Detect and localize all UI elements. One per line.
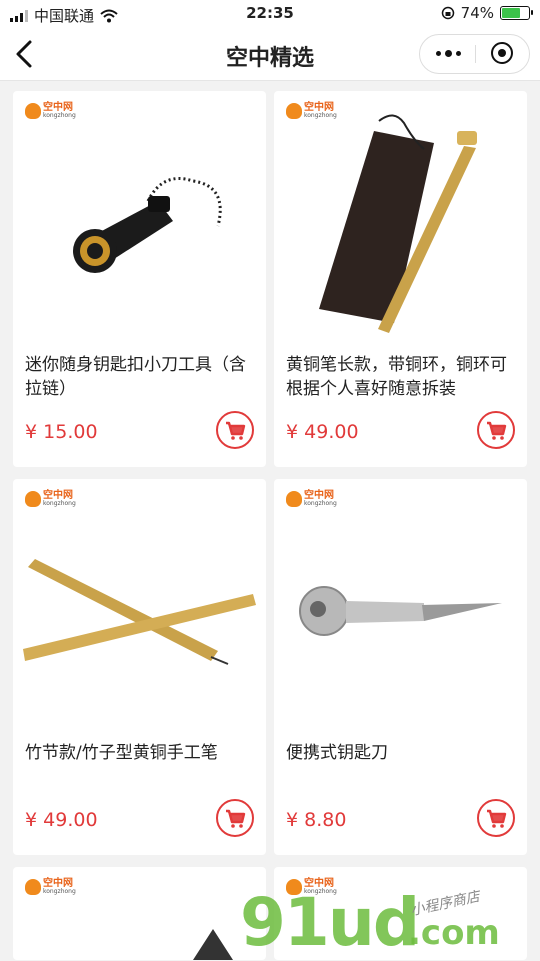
brand-logo: 空中网 kongzhong <box>25 491 76 507</box>
product-card[interactable]: 空中网 kongzhong <box>13 867 266 960</box>
product-name: 迷你随身钥匙扣小刀工具（含拉链） <box>25 355 246 399</box>
shopping-cart-icon <box>226 421 246 440</box>
key-knife-image <box>299 586 502 636</box>
shopping-cart-icon <box>487 421 507 440</box>
brand-hand-icon <box>286 103 302 119</box>
navigation-bar: 空中精选 <box>0 28 540 81</box>
brand-logo: 空中网 kongzhong <box>25 103 76 119</box>
battery-percent: 74% <box>460 4 494 22</box>
watermark: 91ud .com 小程序商店 <box>240 885 540 960</box>
rotation-lock-icon <box>441 6 454 20</box>
mini-program-capsule <box>419 34 530 74</box>
add-to-cart-button[interactable] <box>216 411 254 449</box>
product-price: ¥ 49.00 <box>286 421 359 443</box>
brand-logo: 空中网 kongzhong <box>25 879 76 895</box>
product-price: ¥ 49.00 <box>25 809 98 831</box>
add-to-cart-button[interactable] <box>477 799 515 837</box>
brand-hand-icon <box>25 879 41 895</box>
brand-hand-icon <box>286 491 302 507</box>
add-to-cart-button[interactable] <box>216 799 254 837</box>
product-name: 黄铜笔长款，带铜环，铜环可根据个人喜好随意拆装 <box>286 355 507 399</box>
product-image-partial <box>193 929 233 960</box>
product-card[interactable]: 空中网 kongzhong 迷你随身钥匙扣小刀工具（含拉链） ¥ 15.00 <box>13 91 266 467</box>
watermark-suffix: .com <box>408 913 500 953</box>
product-name: 便携式钥匙刀 <box>286 743 388 763</box>
watermark-main: 91ud <box>240 884 420 961</box>
shopping-cart-icon <box>226 809 246 828</box>
product-card[interactable]: 空中网 kongzhong 便携式钥匙刀 ¥ 8.80 <box>274 479 527 855</box>
brand-hand-icon <box>25 103 41 119</box>
shopping-cart-icon <box>487 809 507 828</box>
brand-hand-icon <box>25 491 41 507</box>
product-price: ¥ 15.00 <box>25 421 98 443</box>
brass-pen-image <box>319 114 477 333</box>
status-bar: 中国联通 22:35 74% <box>0 0 540 28</box>
product-name: 竹节款/竹子型黄铜手工笔 <box>25 743 218 763</box>
battery-icon <box>500 6 533 20</box>
bamboo-pens-image <box>23 559 256 665</box>
close-mini-program-icon[interactable] <box>491 42 513 64</box>
product-card[interactable]: 空中网 kongzhong 黄铜笔长款，带铜环，铜环可根据个人喜好随意拆装 ¥ 4… <box>274 91 527 467</box>
product-card[interactable]: 空中网 kongzhong 竹节款/竹子型黄铜手工笔 ¥ 49.00 <box>13 479 266 855</box>
product-price: ¥ 8.80 <box>286 809 347 831</box>
add-to-cart-button[interactable] <box>477 411 515 449</box>
more-options-icon[interactable] <box>436 50 461 57</box>
brand-logo: 空中网 kongzhong <box>286 491 337 507</box>
keychain-knife-image <box>73 177 222 273</box>
brand-logo: 空中网 kongzhong <box>286 103 337 119</box>
